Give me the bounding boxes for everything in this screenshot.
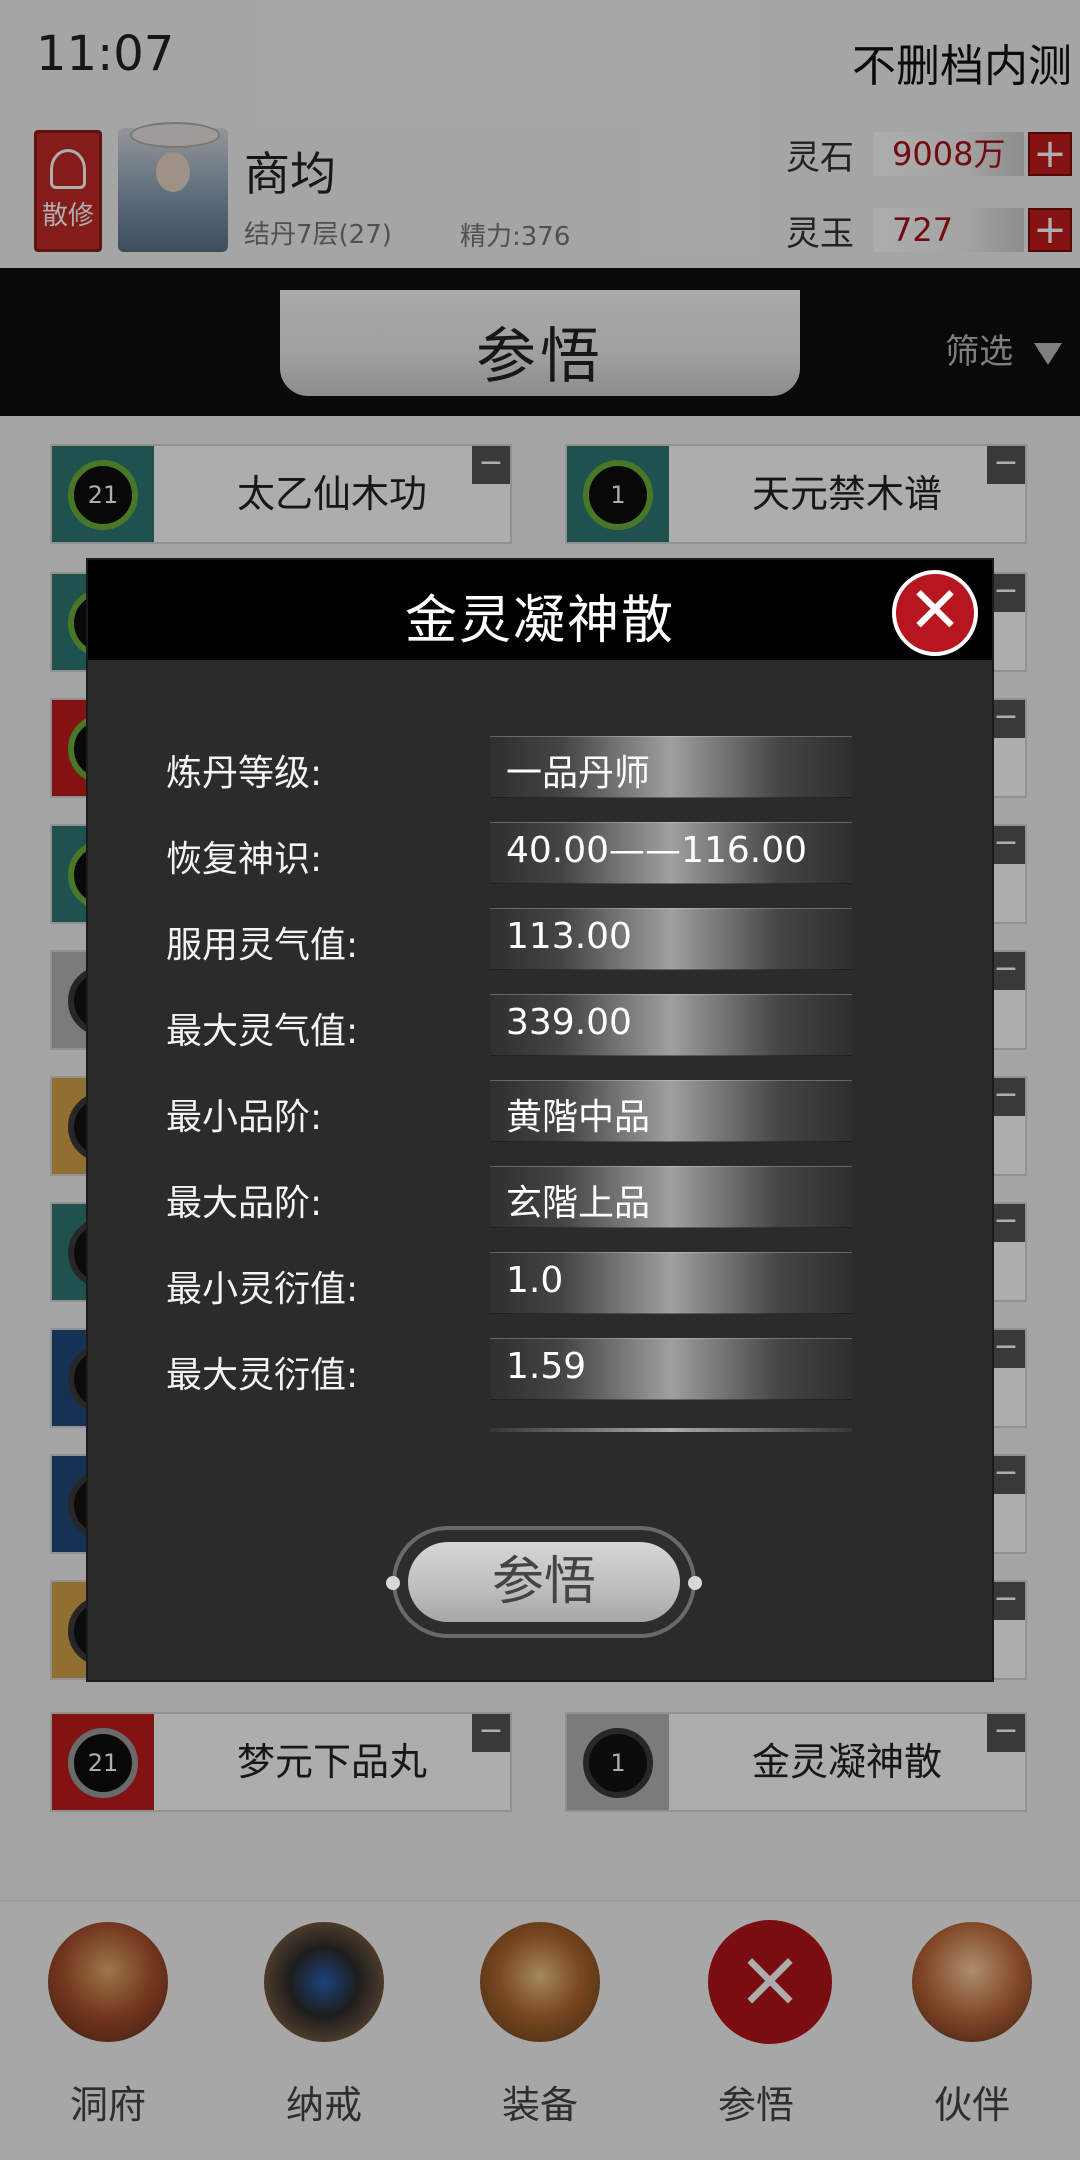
stat-label: 最大灵衍值: — [166, 1355, 359, 1396]
stat-label: 最小灵衍值: — [166, 1269, 359, 1310]
stat-row: 服用灵气值: 113.00 — [88, 908, 992, 970]
item-detail-modal: 金灵凝神散 ✕ 炼丹等级: 一品丹师 恢复神识: 40.00——116.00 服… — [88, 560, 992, 1680]
button-ornament — [386, 1576, 400, 1590]
stat-label: 恢复神识: — [166, 839, 323, 880]
close-button[interactable]: ✕ — [892, 570, 978, 656]
stat-row: 最大品阶: 玄階上品 — [88, 1166, 992, 1228]
stat-row: 最大灵衍值: 1.59 — [88, 1338, 992, 1400]
stat-value: 40.00——116.00 — [506, 830, 808, 871]
stat-label: 炼丹等级: — [166, 753, 323, 794]
app-root: 11:07 不删档内测 散修 商均 结丹7层(27) 精力:376 灵石 900… — [0, 0, 1080, 2160]
comprehend-button-label: 参悟 — [408, 1542, 680, 1622]
stat-value: 113.00 — [506, 916, 632, 957]
button-ornament — [688, 1576, 702, 1590]
stat-value: 1.59 — [506, 1346, 587, 1387]
stat-row: 恢复神识: 40.00——116.00 — [88, 822, 992, 884]
stat-row: 最大灵气值: 339.00 — [88, 994, 992, 1056]
stat-value: 1.0 — [506, 1260, 564, 1301]
stat-label: 最大品阶: — [166, 1183, 323, 1224]
stat-value: 339.00 — [506, 1002, 632, 1043]
stat-row: 炼丹等级: 一品丹师 — [88, 736, 992, 798]
stat-label: 最小品阶: — [166, 1097, 323, 1138]
stat-value: 玄階上品 — [506, 1183, 651, 1224]
stat-label: 服用灵气值: — [166, 925, 359, 966]
stat-label: 最大灵气值: — [166, 1011, 359, 1052]
stat-row: 最小品阶: 黄階中品 — [88, 1080, 992, 1142]
stat-value: 一品丹师 — [506, 753, 651, 794]
modal-header: 金灵凝神散 ✕ — [88, 560, 992, 660]
stat-value: 黄階中品 — [506, 1097, 651, 1138]
modal-title: 金灵凝神散 — [404, 591, 675, 651]
stat-row: 最小灵衍值: 1.0 — [88, 1252, 992, 1314]
comprehend-button[interactable]: 参悟 — [386, 1526, 702, 1638]
divider — [490, 1428, 852, 1432]
